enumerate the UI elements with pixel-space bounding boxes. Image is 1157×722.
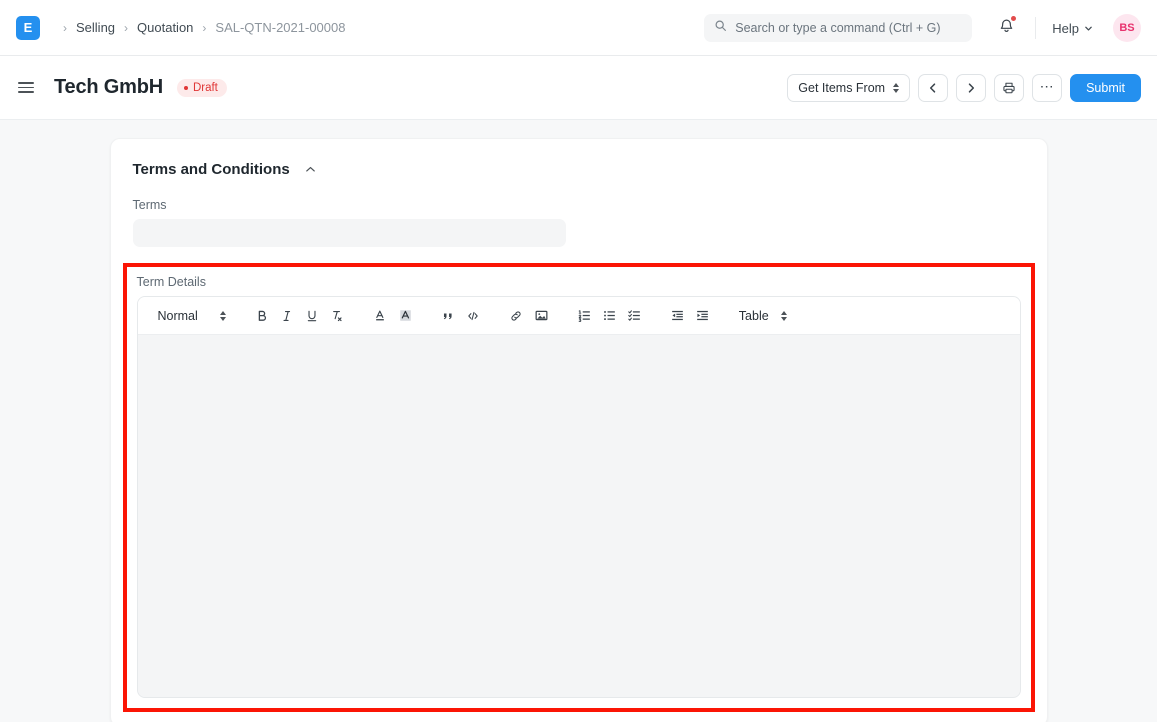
indent-button[interactable] [690, 304, 715, 328]
highlight-color-icon [398, 308, 413, 323]
text-color-button[interactable] [368, 304, 393, 328]
submit-label: Submit [1086, 81, 1125, 95]
search-icon [714, 19, 727, 37]
table-label: Table [739, 309, 769, 323]
chevron-up-icon [304, 163, 317, 176]
highlight-color-button[interactable] [393, 304, 418, 328]
outdent-icon [670, 308, 685, 323]
blockquote-button[interactable] [436, 304, 461, 328]
breadcrumb-separator: › [63, 22, 67, 34]
bullet-list-icon [602, 308, 617, 323]
block-format-select[interactable]: Normal [152, 306, 232, 326]
ordered-list-icon [577, 308, 592, 323]
code-icon [466, 309, 480, 323]
underline-icon [305, 309, 319, 323]
text-color-icon [373, 308, 387, 323]
get-items-from-button[interactable]: Get Items From [787, 74, 910, 102]
link-icon [509, 309, 523, 323]
avatar-initials: BS [1119, 22, 1134, 34]
clear-formatting-button[interactable] [325, 304, 350, 328]
terms-field-label: Terms [133, 198, 1025, 212]
chevron-left-icon [927, 82, 939, 94]
avatar[interactable]: BS [1113, 14, 1141, 42]
search-input[interactable]: Search or type a command (Ctrl + G) [704, 14, 972, 42]
checklist-button[interactable] [622, 304, 647, 328]
ellipsis-icon: ⋯ [1040, 79, 1055, 93]
help-label: Help [1052, 21, 1079, 36]
submit-button[interactable]: Submit [1070, 74, 1141, 102]
block-format-value: Normal [158, 309, 198, 323]
navbar-divider [1035, 17, 1036, 39]
term-details-content-area[interactable] [138, 335, 1020, 697]
previous-document-button[interactable] [918, 74, 948, 102]
stepper-icon [781, 311, 787, 321]
blockquote-icon [441, 309, 455, 323]
term-details-label: Term Details [137, 275, 1021, 289]
page-body: Terms and Conditions Terms Term Details … [0, 120, 1157, 722]
section-header: Terms and Conditions [133, 161, 1025, 178]
terms-input[interactable] [133, 219, 566, 247]
section-title: Terms and Conditions [133, 161, 290, 178]
breadcrumb-separator: › [124, 22, 128, 34]
stepper-icon [893, 83, 899, 93]
notifications-button[interactable] [994, 13, 1019, 43]
breadcrumb-item-quotation[interactable]: Quotation [137, 20, 193, 35]
clear-formatting-icon [330, 309, 344, 323]
chevron-right-icon [965, 82, 977, 94]
annotation-highlight-box: Term Details Normal [123, 263, 1035, 712]
terms-and-conditions-card: Terms and Conditions Terms Term Details … [110, 138, 1048, 722]
ordered-list-button[interactable] [572, 304, 597, 328]
collapse-section-button[interactable] [304, 163, 317, 176]
term-details-editor: Normal [137, 296, 1021, 698]
print-button[interactable] [994, 74, 1024, 102]
next-document-button[interactable] [956, 74, 986, 102]
status-dot-icon [184, 86, 188, 90]
bold-icon [255, 309, 269, 323]
editor-toolbar: Normal [138, 297, 1020, 335]
search-placeholder: Search or type a command (Ctrl + G) [735, 21, 940, 35]
top-navbar: E › Selling › Quotation › SAL-QTN-2021-0… [0, 0, 1157, 56]
page-header-actions: Get Items From ⋯ Submit [787, 56, 1141, 120]
checklist-icon [627, 308, 642, 323]
notification-unread-dot [1011, 16, 1016, 21]
status-badge: Draft [177, 79, 227, 97]
bullet-list-button[interactable] [597, 304, 622, 328]
code-button[interactable] [461, 304, 486, 328]
breadcrumb: › Selling › Quotation › SAL-QTN-2021-000… [54, 20, 345, 35]
page-header: Tech GmbH Draft Get Items From [0, 56, 1157, 120]
italic-button[interactable] [275, 304, 300, 328]
hamburger-icon[interactable] [16, 80, 36, 95]
underline-button[interactable] [300, 304, 325, 328]
image-button[interactable] [529, 304, 554, 328]
breadcrumb-item-current: SAL-QTN-2021-00008 [215, 20, 345, 35]
terms-field-group: Terms [133, 198, 1025, 247]
italic-icon [280, 309, 294, 323]
outdent-button[interactable] [665, 304, 690, 328]
stepper-icon [220, 311, 226, 321]
app-logo[interactable]: E [16, 16, 40, 40]
status-label: Draft [193, 82, 218, 94]
help-menu[interactable]: Help [1052, 21, 1093, 36]
more-actions-button[interactable]: ⋯ [1032, 74, 1062, 102]
link-button[interactable] [504, 304, 529, 328]
printer-icon [1002, 81, 1016, 95]
breadcrumb-item-selling[interactable]: Selling [76, 20, 115, 35]
navbar-right-group: Search or type a command (Ctrl + G) Help… [704, 0, 1141, 56]
app-logo-text: E [24, 20, 33, 35]
indent-icon [695, 308, 710, 323]
bold-button[interactable] [250, 304, 275, 328]
image-icon [534, 308, 549, 323]
get-items-from-label: Get Items From [798, 81, 885, 95]
page-title: Tech GmbH [54, 76, 163, 99]
chevron-down-icon [1084, 21, 1093, 36]
table-select[interactable]: Table [733, 306, 793, 326]
breadcrumb-separator: › [202, 22, 206, 34]
